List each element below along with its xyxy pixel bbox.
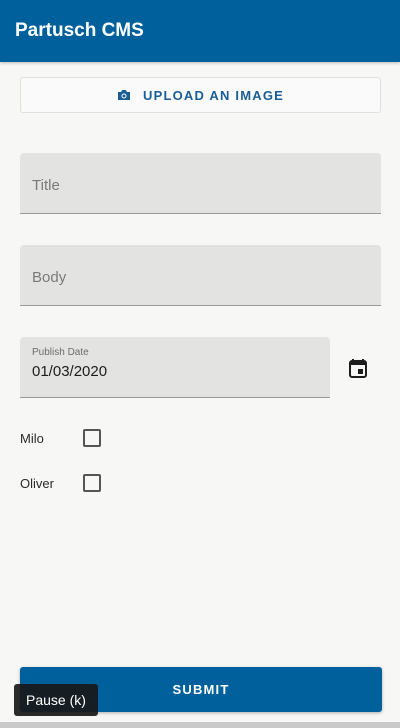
calendar-icon[interactable] [347, 357, 369, 384]
checkbox-label-oliver: Oliver [20, 476, 54, 491]
pause-tooltip-text: Pause (k) [26, 692, 86, 708]
pause-tooltip: Pause (k) [14, 684, 98, 716]
submit-label: SUBMIT [172, 682, 230, 697]
upload-image-button[interactable]: UPLOAD AN IMAGE [20, 77, 381, 113]
app-bar: Partusch CMS [0, 0, 400, 62]
upload-image-label: UPLOAD AN IMAGE [142, 87, 285, 103]
publish-date-label: Publish Date [32, 347, 89, 358]
publish-date-field[interactable]: Publish Date 01/03/2020 [20, 337, 330, 398]
body-placeholder: Body [32, 269, 67, 286]
app-title: Partusch CMS [15, 20, 144, 41]
checkbox-milo[interactable] [83, 429, 101, 447]
checkbox-label-milo: Milo [20, 431, 44, 446]
publish-date-value: 01/03/2020 [32, 363, 108, 380]
camera-icon [117, 90, 130, 100]
checkbox-oliver[interactable] [83, 474, 101, 492]
video-progress-bar[interactable] [0, 722, 400, 728]
title-field[interactable]: Title [20, 153, 381, 214]
body-field[interactable]: Body [20, 245, 381, 306]
title-placeholder: Title [32, 177, 60, 194]
